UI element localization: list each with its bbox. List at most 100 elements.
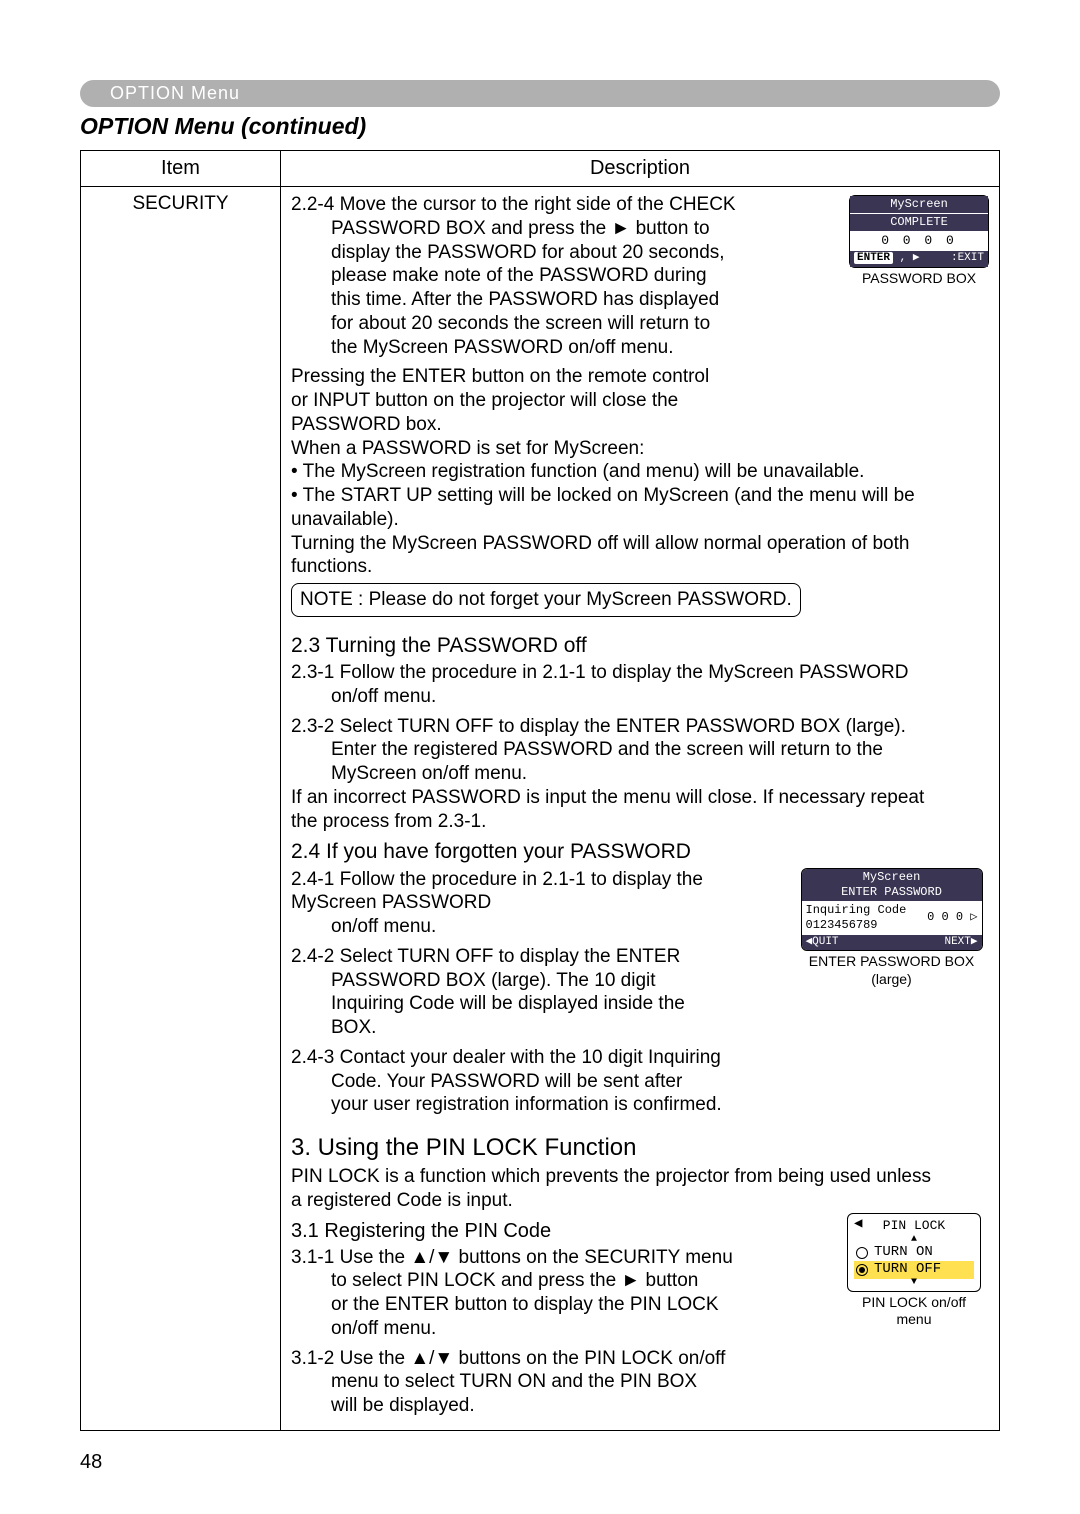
text: a registered Code is input. — [291, 1190, 513, 1211]
text: for about 20 seconds the screen will ret… — [291, 313, 710, 334]
text: Turning the MyScreen PASSWORD off will a… — [291, 533, 909, 554]
bullet-2: • The START UP setting will be locked on… — [291, 484, 989, 532]
osd3-title: PIN LOCK — [854, 1218, 974, 1234]
text: If an incorrect PASSWORD is input the me… — [291, 787, 924, 808]
text: the MyScreen PASSWORD on/off menu. — [291, 337, 674, 358]
text: will be displayed. — [291, 1395, 475, 1416]
triangle-left-icon: ◀ — [854, 1216, 862, 1234]
page-number: 48 — [80, 1451, 1000, 1474]
osd-password-box: MyScreen COMPLETE 0 0 0 0 ENTER , ▶ :EXI… — [849, 195, 989, 268]
step-number: 3.1-2 — [291, 1348, 334, 1369]
text: Enter the registered PASSWORD and the sc… — [291, 739, 883, 760]
note-box: NOTE : Please do not forget your MyScree… — [291, 583, 801, 617]
osd-digits: 0 0 0 0 — [850, 231, 988, 251]
item-cell-security: SECURITY — [81, 187, 281, 1431]
osd2-inquiring-label: Inquiring Code — [806, 903, 907, 918]
radio-off-icon — [856, 1247, 868, 1259]
osd-pinlock-box: ◀ PIN LOCK ▲ TURN ON TURN OFF ▼ — [847, 1213, 981, 1292]
text: this time. After the PASSWORD has displa… — [291, 289, 719, 310]
osd-exit-label: :EXIT — [951, 252, 984, 266]
text: Use the ▲/▼ buttons on the PIN LOCK on/o… — [340, 1348, 726, 1369]
triangle-up-icon: ▲ — [854, 1236, 974, 1244]
bullet-1: • The MyScreen registration function (an… — [291, 460, 989, 484]
text: PIN LOCK is a function which prevents th… — [291, 1166, 931, 1187]
content-table: Item Description SECURITY MyScreen COMPL… — [80, 150, 1000, 1431]
text: MyScreen on/off menu. — [291, 763, 527, 784]
sec3-intro: PIN LOCK is a function which prevents th… — [291, 1165, 989, 1213]
osd-enter-password-box: MyScreen ENTER PASSWORD Inquiring Code 0… — [801, 868, 983, 952]
osd-enter-password-wrap: MyScreen ENTER PASSWORD Inquiring Code 0… — [794, 868, 989, 989]
osd2-caption: ENTER PASSWORD BOX (large) — [794, 953, 989, 988]
osd-caption: PASSWORD BOX — [849, 270, 989, 288]
osd2-inquiring-code: 0123456789 — [806, 918, 907, 933]
osd-pinlock-wrap: ◀ PIN LOCK ▲ TURN ON TURN OFF ▼ — [839, 1213, 989, 1329]
text: Use the ▲/▼ buttons on the SECURITY menu — [340, 1247, 733, 1268]
text: MyScreen — [863, 870, 921, 884]
col-header-item: Item — [81, 151, 281, 187]
text: Pressing the ENTER button on the remote … — [291, 366, 709, 387]
step-2-3-1: 2.3-1 Follow the procedure in 2.1-1 to d… — [291, 661, 989, 709]
text: Move the cursor to the right side of the… — [340, 194, 736, 215]
osd3-turn-off: TURN OFF — [874, 1261, 941, 1279]
text: the process from 2.3-1. — [291, 811, 486, 832]
osd3-caption: PIN LOCK on/off menu — [839, 1294, 989, 1329]
step-2-3-2: 2.3-2 Select TURN OFF to display the ENT… — [291, 715, 989, 834]
osd-subtitle: COMPLETE — [850, 213, 988, 231]
text: PASSWORD BOX and press the ► button to — [291, 218, 710, 239]
osd2-title: MyScreen ENTER PASSWORD — [802, 869, 982, 901]
step-number: 2.4-2 — [291, 946, 334, 967]
osd3-turn-on: TURN ON — [874, 1244, 933, 1262]
osd-password-box-wrap: MyScreen COMPLETE 0 0 0 0 ENTER , ▶ :EXI… — [849, 193, 989, 288]
text: Inquiring Code will be displayed inside … — [291, 993, 685, 1014]
step-number: 2.3-2 — [291, 716, 334, 737]
text: on/off menu. — [291, 916, 436, 937]
menu-tab-label: OPTION Menu — [110, 83, 240, 104]
para-turning-off: Turning the MyScreen PASSWORD off will a… — [291, 532, 989, 580]
text: on/off menu. — [291, 686, 436, 707]
text: Contact your dealer with the 10 digit In… — [340, 1047, 721, 1068]
heading-2-4: 2.4 If you have forgotten your PASSWORD — [291, 839, 989, 865]
text: BOX. — [291, 1017, 376, 1038]
text: or the ENTER button to display the PIN L… — [291, 1294, 719, 1315]
text: PASSWORD box. — [291, 414, 442, 435]
step-2-4-3: 2.4-3 Contact your dealer with the 10 di… — [291, 1046, 989, 1117]
text: Follow the procedure in 2.1-1 to display… — [340, 662, 909, 683]
para-when-set: When a PASSWORD is set for MyScreen: — [291, 437, 989, 461]
osd-enter-label: ENTER — [854, 252, 893, 264]
text: to select PIN LOCK and press the ► butto… — [291, 1270, 698, 1291]
osd2-next: NEXT▶ — [944, 936, 977, 950]
section-heading: OPTION Menu (continued) — [80, 113, 1000, 140]
text: Follow the procedure in 2.1-1 to display… — [291, 869, 703, 914]
osd3-turn-on-row: TURN ON — [854, 1244, 974, 1262]
text: menu — [896, 1311, 931, 1327]
osd2-footer: ◀QUIT NEXT▶ — [802, 935, 982, 951]
col-header-description: Description — [281, 151, 1000, 187]
text: (large) — [871, 971, 911, 987]
text: ENTER PASSWORD BOX — [809, 953, 974, 969]
osd2-input-digits: 0 0 0 ▷ — [927, 910, 977, 925]
heading-3: 3. Using the PIN LOCK Function — [291, 1133, 989, 1163]
osd2-quit: ◀QUIT — [806, 936, 839, 950]
heading-2-3: 2.3 Turning the PASSWORD off — [291, 633, 989, 659]
step-number: 2.3-1 — [291, 662, 334, 683]
text: Select TURN OFF to display the ENTER — [340, 946, 681, 967]
text: or INPUT button on the projector will cl… — [291, 390, 678, 411]
step-number: 3.1-1 — [291, 1247, 334, 1268]
text: PIN LOCK on/off — [862, 1294, 966, 1310]
text: display the PASSWORD for about 20 second… — [291, 242, 725, 263]
description-cell: MyScreen COMPLETE 0 0 0 0 ENTER , ▶ :EXI… — [281, 187, 1000, 1431]
osd-footer: ENTER , ▶ :EXIT — [850, 251, 988, 267]
text: PASSWORD BOX (large). The 10 digit — [291, 970, 656, 991]
osd2-body: Inquiring Code 0123456789 0 0 0 ▷ — [802, 901, 982, 935]
step-number: 2.4-1 — [291, 869, 334, 890]
text: functions. — [291, 556, 372, 577]
text: your user registration information is co… — [291, 1094, 722, 1115]
triangle-down-icon: ▼ — [854, 1279, 974, 1287]
text: • The START UP setting will be locked on… — [291, 485, 915, 506]
page: OPTION Menu OPTION Menu (continued) Item… — [0, 0, 1080, 1514]
text: menu to select TURN ON and the PIN BOX — [291, 1371, 697, 1392]
text: unavailable). — [291, 509, 399, 530]
text: Select TURN OFF to display the ENTER PAS… — [340, 716, 906, 737]
text: on/off menu. — [291, 1318, 436, 1339]
text: please make note of the PASSWORD during — [291, 265, 707, 286]
